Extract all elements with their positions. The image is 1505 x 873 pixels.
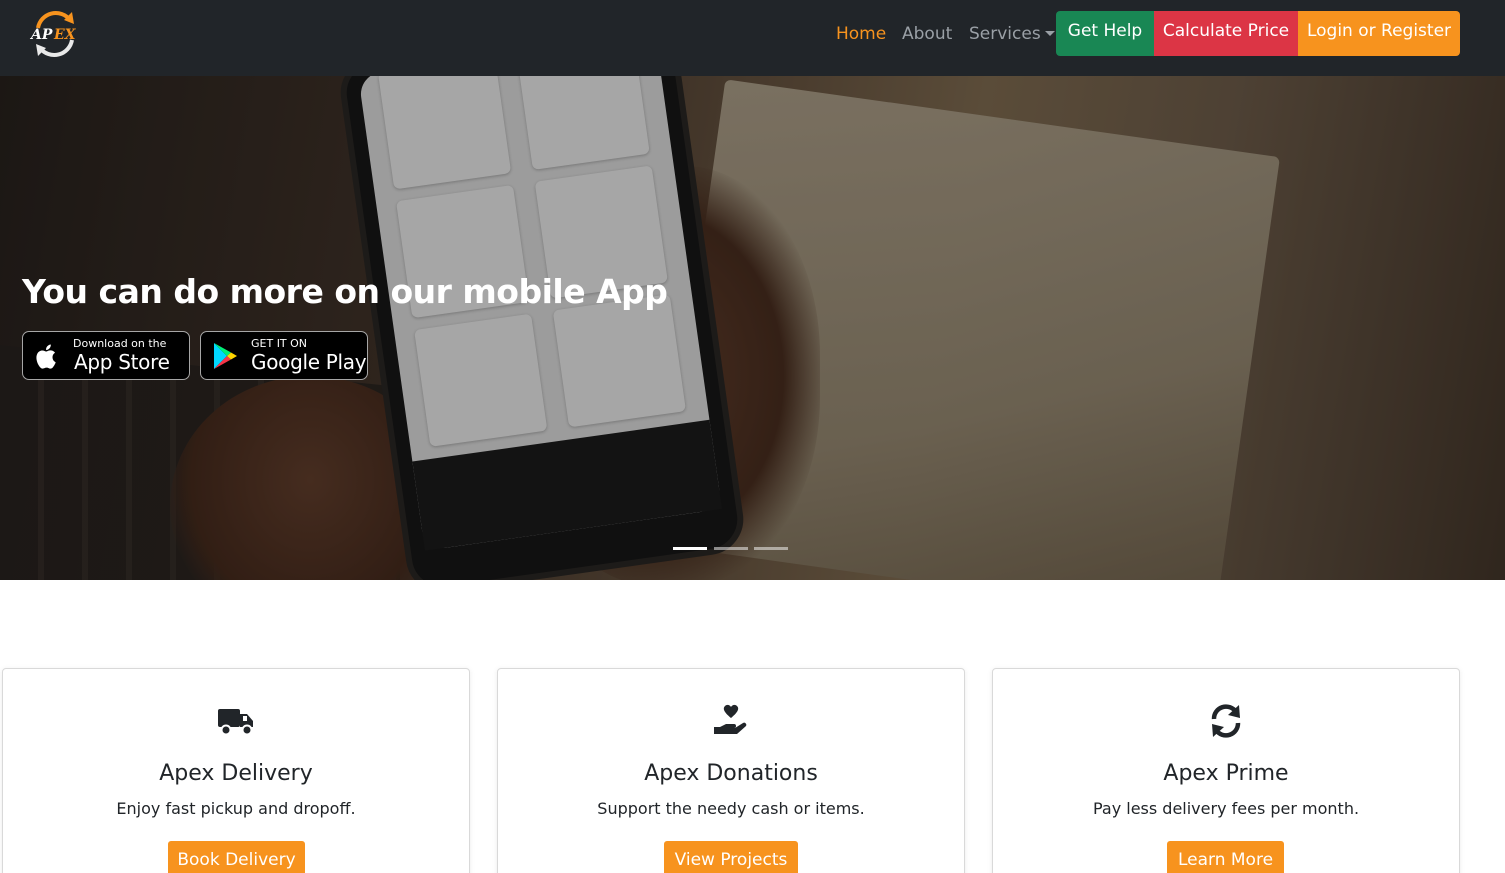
hero-overlay xyxy=(0,76,1505,580)
view-projects-button[interactable]: View Projects xyxy=(664,841,798,873)
google-play-icon xyxy=(211,341,239,371)
apex-logo[interactable]: AP EX xyxy=(28,6,82,60)
svg-text:EX: EX xyxy=(53,27,77,43)
google-play-big-text: Google Play xyxy=(251,350,367,374)
truck-icon xyxy=(216,703,256,739)
get-help-button[interactable]: Get Help xyxy=(1056,11,1154,56)
navbar: AP EX Home About Services Get Help Calcu… xyxy=(0,0,1505,76)
app-store-big-text: App Store xyxy=(74,350,170,374)
google-play-small-text: GET IT ON xyxy=(251,337,308,350)
card-text: Support the needy cash or items. xyxy=(597,799,865,818)
carousel-indicator-3[interactable] xyxy=(754,547,788,550)
caret-down-icon xyxy=(1044,31,1055,36)
google-play-badge[interactable]: GET IT ON Google Play xyxy=(200,331,368,380)
nav-services-dropdown[interactable]: Services xyxy=(969,22,1055,46)
nav-about-link[interactable]: About xyxy=(902,22,952,46)
nav-services-label: Services xyxy=(969,24,1041,44)
card-apex-delivery: Apex Delivery Enjoy fast pickup and drop… xyxy=(2,668,470,873)
book-delivery-button[interactable]: Book Delivery xyxy=(168,841,305,873)
card-apex-prime: Apex Prime Pay less delivery fees per mo… xyxy=(992,668,1460,873)
sync-icon xyxy=(1206,703,1246,739)
card-text: Enjoy fast pickup and dropoff. xyxy=(116,799,356,818)
nav-home-link[interactable]: Home xyxy=(836,22,886,46)
card-text: Pay less delivery fees per month. xyxy=(1092,799,1360,818)
hero-title: You can do more on our mobile App xyxy=(22,272,668,311)
learn-more-button[interactable]: Learn More xyxy=(1167,841,1284,873)
card-apex-donations: Apex Donations Support the needy cash or… xyxy=(497,668,965,873)
hand-holding-heart-icon xyxy=(711,703,751,739)
card-title: Apex Prime xyxy=(1163,761,1289,786)
card-title: Apex Delivery xyxy=(159,761,313,786)
carousel-indicator-2[interactable] xyxy=(714,547,748,550)
svg-text:AP: AP xyxy=(29,27,53,43)
apple-icon xyxy=(33,341,61,371)
carousel-indicator-1[interactable] xyxy=(673,547,707,550)
card-title: Apex Donations xyxy=(644,761,818,786)
hero-carousel: You can do more on our mobile App Downlo… xyxy=(0,76,1505,580)
app-store-small-text: Download on the xyxy=(73,337,167,350)
login-register-button[interactable]: Login or Register xyxy=(1298,11,1460,56)
calculate-price-button[interactable]: Calculate Price xyxy=(1154,11,1298,56)
apex-logo-icon: AP EX xyxy=(29,11,77,57)
app-store-badge[interactable]: Download on the App Store xyxy=(22,331,190,380)
